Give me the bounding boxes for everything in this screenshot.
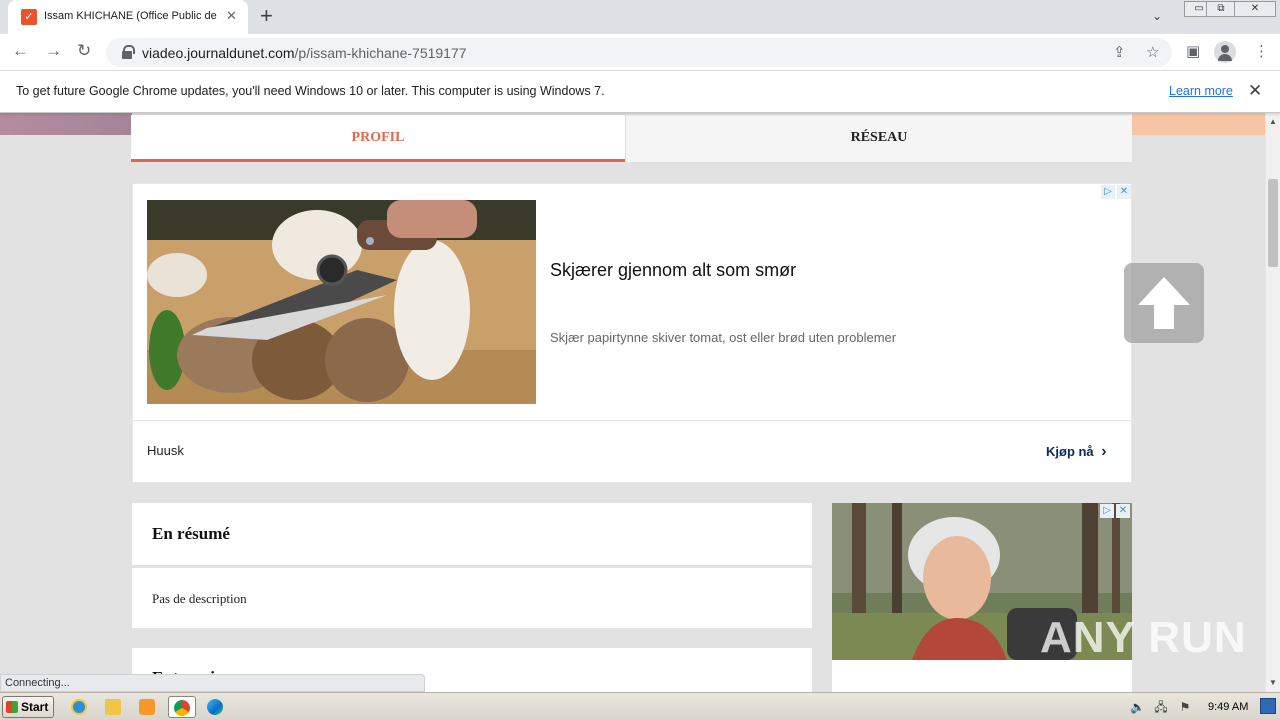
infobar-close-icon[interactable]: ✕ (1248, 81, 1262, 101)
adchoices-icon[interactable]: ▷ (1101, 185, 1115, 199)
update-infobar: To get future Google Chrome updates, you… (0, 71, 1280, 113)
windows-taskbar: Start 🔈 🖧 ⚑ 9:49 AM (0, 692, 1280, 720)
scroll-to-top-button[interactable] (1124, 263, 1204, 343)
side-sponsored-ad[interactable]: ▷ ✕ (832, 503, 1132, 692)
tab-close-icon[interactable]: ✕ (226, 8, 237, 24)
scroll-up-arrow-icon[interactable]: ▲ (1269, 117, 1277, 126)
status-bubble: Connecting... (0, 674, 425, 692)
ad-headline[interactable]: Skjærer gjennom alt som smør (550, 260, 796, 281)
edge-icon[interactable] (204, 696, 226, 718)
browser-toolbar: ← → ↻ viadeo.journaldunet.com/p/issam-kh… (0, 34, 1280, 71)
file-explorer-icon[interactable] (102, 696, 124, 718)
header-band-right (1132, 113, 1265, 135)
ad-cta-label: Kjøp nå (1046, 444, 1094, 459)
summary-text: Pas de description (152, 591, 247, 606)
header-band-left (0, 113, 132, 135)
page-viewport: PROFIL RÉSEAU Skjærer gjennom alt som sm… (0, 113, 1265, 692)
tab-title: Issam KHICHANE (Office Public de Tra (44, 10, 220, 22)
chrome-glyph (174, 700, 190, 716)
viadeo-favicon-icon: ✓ (21, 9, 37, 25)
browser-tab-active[interactable]: ✓ Issam KHICHANE (Office Public de Tra ✕ (8, 0, 248, 34)
start-button[interactable]: Start (2, 696, 54, 718)
show-desktop-button[interactable] (1260, 698, 1276, 714)
media-glyph (139, 699, 155, 715)
side-panel-icon[interactable]: ▣ (1186, 42, 1200, 60)
folder-glyph (105, 699, 121, 715)
ad-description: Skjær papirtynne skiver tomat, ost eller… (550, 330, 897, 345)
sponsored-ad-banner[interactable]: Skjærer gjennom alt som smør Skjær papir… (132, 183, 1132, 483)
back-arrow-icon[interactable]: ← (12, 41, 29, 61)
ad-knife-image[interactable] (147, 200, 536, 404)
action-center-flag-icon[interactable]: ⚑ (1178, 700, 1192, 714)
profile-tabs: PROFIL RÉSEAU (131, 115, 1132, 162)
window-close-button[interactable]: ✕ (1234, 1, 1276, 17)
scrollbar-thumb[interactable] (1268, 179, 1278, 267)
address-bar[interactable]: viadeo.journaldunet.com/p/issam-khichane… (106, 38, 1172, 67)
address-url[interactable]: viadeo.journaldunet.com/p/issam-khichane… (142, 45, 467, 61)
url-domain: viadeo.journaldunet.com (142, 45, 295, 61)
browser-titlebar: ✓ Issam KHICHANE (Office Public de Tra ✕… (0, 0, 1280, 34)
side-adchoices-icon[interactable]: ▷ (1100, 504, 1114, 518)
new-tab-button[interactable]: + (260, 4, 273, 28)
share-icon[interactable]: ⇪ (1113, 43, 1126, 61)
taskbar-clock[interactable]: 9:49 AM (1208, 701, 1248, 713)
media-player-icon[interactable] (136, 696, 158, 718)
tab-profil[interactable]: PROFIL (131, 115, 625, 162)
windows-logo-icon (6, 701, 18, 713)
tab-search-chevron-icon[interactable]: ⌄ (1152, 9, 1162, 23)
ad-close-icon[interactable]: ✕ (1117, 185, 1131, 199)
scroll-down-arrow-icon[interactable]: ▼ (1269, 678, 1277, 687)
page-scrollbar[interactable]: ▲ ▼ (1265, 113, 1280, 692)
learn-more-link[interactable]: Learn more (1169, 84, 1233, 98)
url-path: /p/issam-khichane-7519177 (294, 45, 467, 61)
infobar-message: To get future Google Chrome updates, you… (16, 84, 605, 98)
profile-avatar-icon[interactable] (1214, 41, 1236, 63)
lock-icon[interactable] (122, 45, 135, 59)
volume-icon[interactable]: 🔈 (1130, 700, 1145, 714)
edge-glyph (207, 699, 223, 715)
side-ad-close-icon[interactable]: ✕ (1116, 504, 1130, 518)
summary-card-body: Pas de description (132, 568, 812, 628)
summary-title: En résumé (152, 524, 230, 543)
start-label: Start (21, 700, 49, 714)
forward-arrow-icon[interactable]: → (45, 41, 62, 61)
arrow-up-icon (1138, 277, 1190, 329)
ad-brand: Huusk (147, 443, 184, 458)
ie-glyph (71, 699, 87, 715)
summary-card-header: En résumé (132, 503, 812, 565)
ad-buy-now-link[interactable]: Kjøp nå › (1046, 443, 1107, 461)
chrome-menu-icon[interactable]: ⋮ (1254, 42, 1269, 60)
tab-reseau[interactable]: RÉSEAU (625, 115, 1132, 162)
ad-divider (133, 420, 1131, 421)
reload-icon[interactable]: ↻ (77, 41, 91, 61)
bookmark-star-icon[interactable]: ☆ (1146, 43, 1159, 61)
anyrun-watermark: ANY RUN (1040, 613, 1247, 662)
network-icon[interactable]: 🖧 (1154, 700, 1168, 714)
chevron-right-icon: › (1101, 443, 1107, 460)
chrome-icon[interactable] (168, 696, 196, 718)
internet-explorer-icon[interactable] (68, 696, 90, 718)
window-restore-button[interactable]: ⧉ (1206, 1, 1236, 17)
